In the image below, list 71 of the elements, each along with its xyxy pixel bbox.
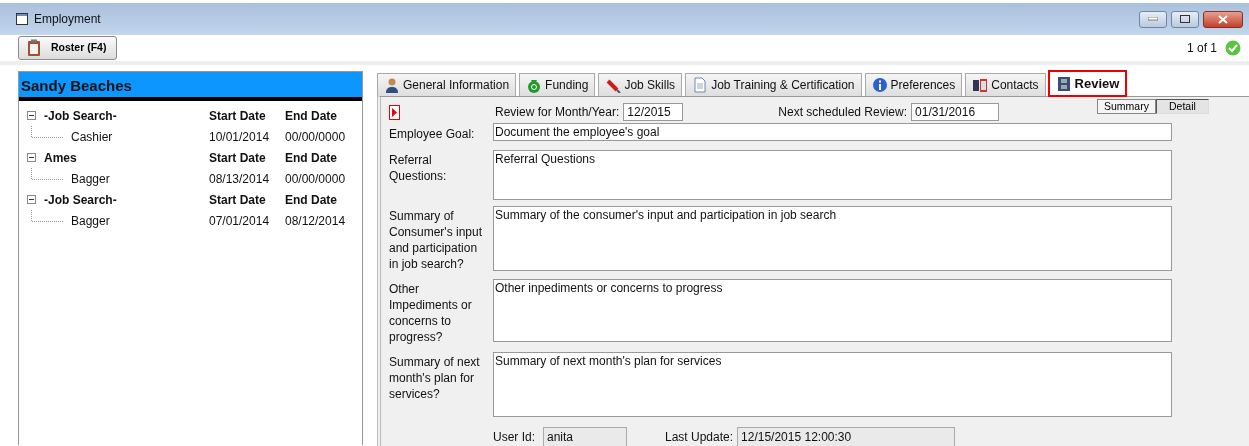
field-label: User Id: bbox=[493, 429, 535, 446]
text-area[interactable]: Summary of next month's plan for services bbox=[493, 352, 1172, 417]
column-header: End Date bbox=[285, 191, 338, 209]
text-area[interactable]: Referral Questions bbox=[493, 150, 1172, 200]
text-area[interactable]: Other inpediments or concerns to progress bbox=[493, 279, 1172, 342]
tab[interactable]: Job Skills bbox=[598, 73, 683, 96]
film-icon bbox=[1055, 76, 1072, 92]
field-label: Summary of next month's plan for services? bbox=[389, 354, 481, 403]
field-label: Employee Goal: bbox=[389, 126, 476, 142]
field-label: Review for Month/Year: bbox=[495, 104, 620, 121]
window-title: Employment bbox=[34, 11, 101, 28]
field-label: Summary of Consumer's input and participation in job search? bbox=[389, 208, 483, 272]
text-field[interactable]: Document the employee's goal bbox=[493, 123, 1172, 141]
contacts-icon bbox=[972, 77, 989, 93]
field-label: Next scheduled Review: bbox=[778, 104, 908, 121]
job-title[interactable]: Bagger bbox=[71, 211, 110, 230]
tab[interactable]: Review bbox=[1048, 71, 1127, 96]
end-date: 00/00/0000 bbox=[285, 170, 347, 188]
window-icon bbox=[16, 13, 28, 25]
end-date: 00/00/0000 bbox=[285, 128, 347, 146]
column-header: End Date bbox=[285, 149, 338, 167]
start-date: 10/01/2014 bbox=[209, 128, 271, 146]
field-label: Other Impediments or concerns to progress? bbox=[389, 281, 473, 345]
tree-connector bbox=[31, 168, 63, 180]
brush-icon bbox=[605, 77, 622, 93]
collapse-icon[interactable] bbox=[27, 111, 36, 120]
start-date: 08/13/2014 bbox=[209, 170, 271, 188]
maximize-icon bbox=[1180, 15, 1190, 23]
tab[interactable]: Funding bbox=[519, 73, 596, 96]
text-area[interactable]: Summary of the consumer's input and participation in job search bbox=[493, 206, 1172, 271]
record-count: 1 of 1 bbox=[1186, 40, 1217, 57]
view-toggle[interactable]: Detail bbox=[1155, 99, 1209, 114]
collapse-icon[interactable] bbox=[27, 153, 36, 162]
check-icon bbox=[1225, 40, 1241, 56]
column-header: End Date bbox=[285, 107, 338, 125]
tab[interactable]: Preferences bbox=[864, 73, 963, 96]
document-icon bbox=[692, 77, 709, 93]
tree-connector bbox=[31, 126, 63, 138]
next-review-field[interactable]: 01/31/2016 bbox=[911, 103, 1000, 121]
maximize-button[interactable] bbox=[1171, 10, 1199, 28]
money-icon bbox=[526, 77, 543, 93]
month-year-field[interactable]: 12/2015 bbox=[623, 103, 684, 121]
end-date: 08/12/2014 bbox=[285, 212, 347, 230]
info-icon bbox=[871, 77, 888, 93]
tab[interactable]: Contacts bbox=[965, 73, 1046, 96]
employer-name[interactable]: -Job Search- bbox=[44, 106, 117, 125]
record-pointer-icon bbox=[389, 104, 400, 120]
collapse-icon[interactable] bbox=[27, 195, 36, 204]
job-title[interactable]: Cashier bbox=[71, 127, 113, 146]
column-header: Start Date bbox=[209, 149, 267, 167]
tab[interactable]: Job Training & Certification bbox=[685, 73, 862, 96]
user-id-field: anita bbox=[543, 427, 627, 446]
tree-connector bbox=[31, 210, 63, 222]
close-icon bbox=[1218, 14, 1228, 24]
close-button[interactable] bbox=[1203, 10, 1243, 28]
start-date: 07/01/2014 bbox=[209, 212, 271, 230]
column-header: Start Date bbox=[209, 107, 267, 125]
job-title[interactable]: Bagger bbox=[71, 169, 110, 188]
roster-button[interactable]: Roster (F4) bbox=[18, 36, 118, 60]
minimize-icon bbox=[1148, 17, 1158, 21]
person-icon bbox=[384, 77, 400, 93]
person-name: Sandy Beaches bbox=[19, 72, 362, 101]
clipboard-icon bbox=[27, 39, 41, 57]
last-update-field: 12/15/2015 12:00:30 bbox=[737, 427, 956, 446]
view-toggle[interactable]: Summary bbox=[1097, 99, 1156, 114]
employer-name[interactable]: -Job Search- bbox=[44, 190, 117, 209]
employer-name[interactable]: Ames bbox=[44, 148, 77, 167]
field-label: Last Update: bbox=[665, 429, 734, 446]
tab[interactable]: General Information bbox=[377, 73, 517, 96]
column-header: Start Date bbox=[209, 191, 267, 209]
field-label: Referral Questions: bbox=[389, 152, 448, 185]
